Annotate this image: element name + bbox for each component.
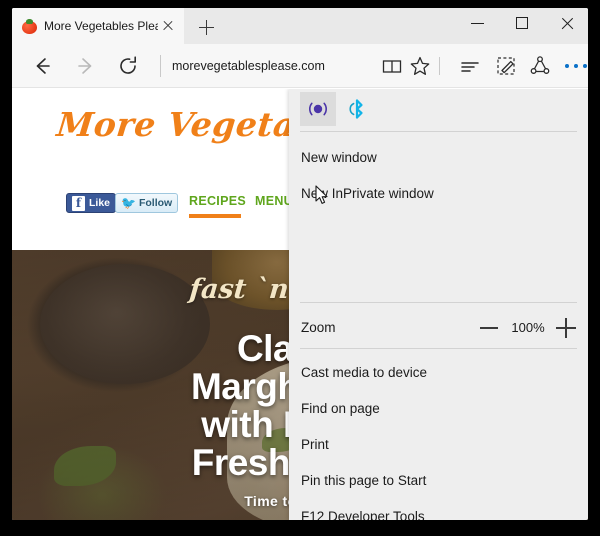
share-nodes-glyph [530, 56, 550, 74]
menu-divider-1 [300, 131, 577, 132]
twitter-follow-button[interactable]: 🐦 Follow [115, 193, 179, 213]
zoom-label: Zoom [301, 320, 336, 335]
zoom-out-button[interactable] [477, 316, 501, 340]
back-button[interactable] [26, 50, 58, 82]
more-icon[interactable] [562, 52, 588, 80]
web-note-icon[interactable] [492, 52, 520, 80]
nav-active-underline [189, 214, 241, 218]
menu-item-cast-media-to-device[interactable]: Cast media to device [289, 355, 588, 391]
facebook-icon: f [72, 195, 85, 211]
menu-top-icons [289, 89, 588, 129]
toolbar-divider [160, 55, 161, 77]
favorite-star-icon[interactable] [406, 52, 434, 80]
menu-divider-3 [300, 348, 577, 349]
hub-icon[interactable] [456, 52, 484, 80]
maximize-icon [516, 17, 528, 29]
menu-item-zoom: Zoom 100% [289, 310, 588, 346]
ellipsis-glyph [565, 64, 587, 68]
facebook-like-label: Like [89, 197, 111, 209]
browser-window: More Vegetables Please [12, 8, 588, 520]
cast-project-icon[interactable] [300, 92, 336, 126]
twitter-bird-icon: 🐦 [121, 196, 136, 210]
menu-divider-2 [300, 302, 577, 303]
zoom-value: 100% [511, 320, 545, 335]
zoom-in-button[interactable] [554, 316, 578, 340]
web-page-content: More Vegetables P f Like 🐦 Follow RECIPE… [12, 89, 588, 520]
close-icon[interactable] [158, 16, 178, 36]
address-bar[interactable]: morevegetablesplease.com [172, 56, 372, 76]
refresh-icon [120, 56, 136, 74]
forward-arrow-icon [78, 58, 92, 74]
maximize-button[interactable] [500, 8, 544, 38]
pencil-square-glyph [497, 57, 515, 75]
facebook-like-button[interactable]: f Like [66, 193, 117, 213]
bluetooth-glyph [349, 99, 363, 119]
book-glyph [382, 60, 402, 73]
menu-item-pin-this-page-to-start[interactable]: Pin this page to Start [289, 463, 588, 499]
browser-tab[interactable]: More Vegetables Please [12, 8, 184, 44]
menu-item-new-inprivate-window[interactable]: New InPrivate window [289, 176, 588, 212]
toolbar-divider-2 [439, 57, 440, 75]
reading-view-icon[interactable] [378, 52, 406, 80]
refresh-button[interactable] [112, 50, 144, 82]
tab-title: More Vegetables Please [44, 19, 158, 33]
title-bar: More Vegetables Please [12, 8, 588, 44]
more-options-menu: New window New InPrivate window Zoom 100… [289, 89, 588, 520]
new-tab-button[interactable] [188, 12, 224, 44]
window-frame: More Vegetables Please [0, 0, 600, 536]
minimize-button[interactable] [456, 8, 500, 38]
cast-glyph [309, 102, 327, 116]
back-arrow-icon [36, 58, 50, 74]
menu-item-new-window[interactable]: New window [289, 140, 588, 176]
close-icon [560, 17, 573, 30]
star-glyph [410, 56, 430, 75]
menu-item-f12-developer-tools[interactable]: F12 Developer Tools [289, 499, 588, 520]
nav-link-recipes[interactable]: RECIPES [189, 194, 246, 208]
browser-toolbar: morevegetablesplease.com [12, 44, 588, 124]
hub-lines-glyph [461, 62, 479, 72]
forward-button[interactable] [70, 50, 102, 82]
tomato-icon [22, 18, 37, 34]
close-window-button[interactable] [544, 8, 588, 38]
twitter-follow-label: Follow [138, 197, 173, 209]
minimize-icon [471, 23, 484, 25]
menu-item-print[interactable]: Print [289, 427, 588, 463]
menu-item-find-on-page[interactable]: Find on page [289, 391, 588, 427]
share-icon[interactable] [526, 52, 554, 80]
bluetooth-device-icon[interactable] [339, 92, 375, 126]
